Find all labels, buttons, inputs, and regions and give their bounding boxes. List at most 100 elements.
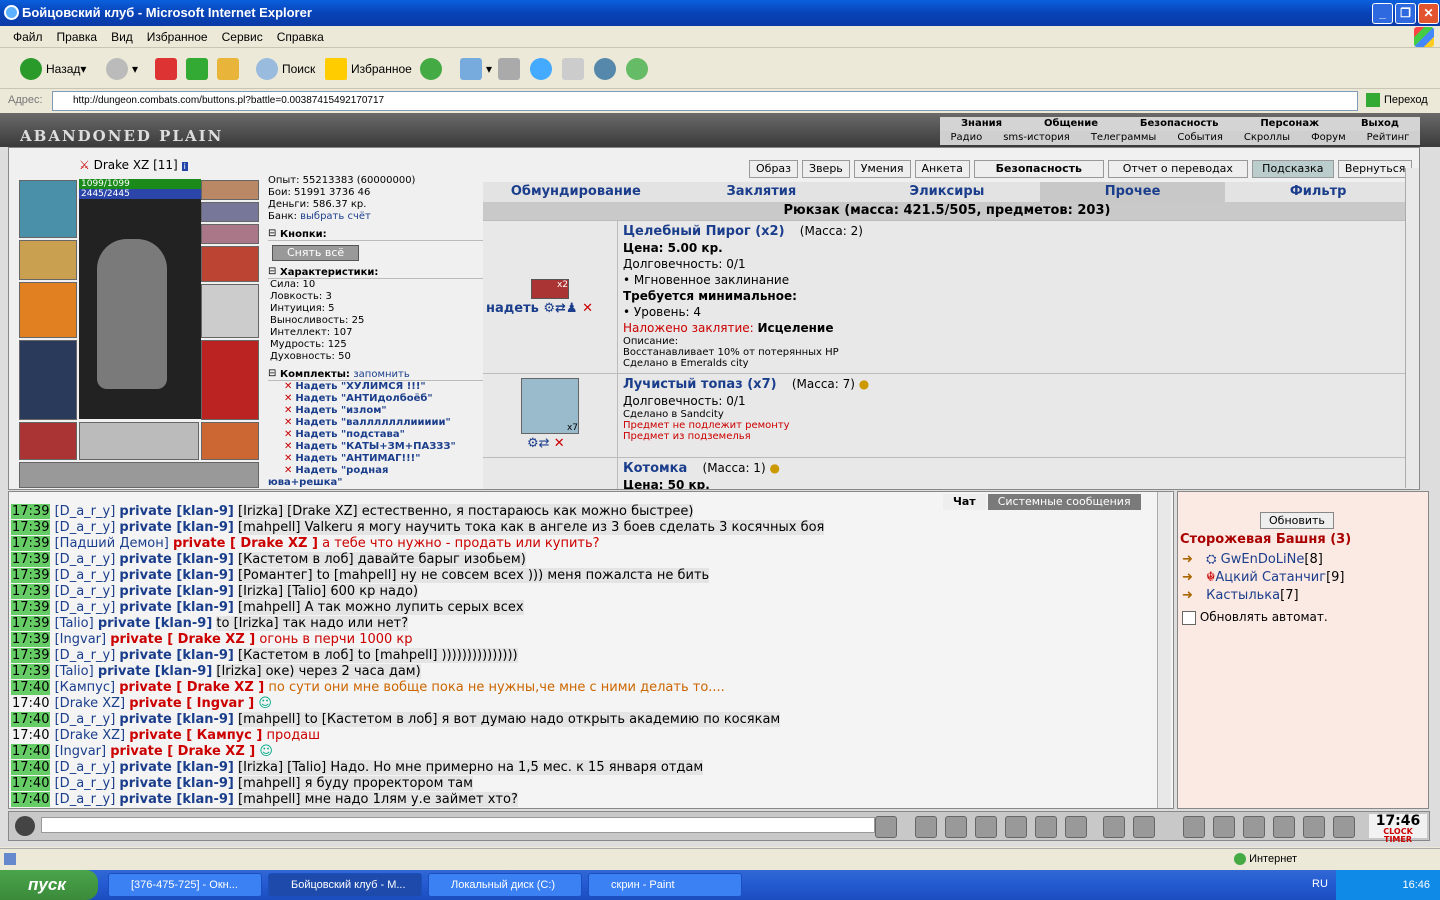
buttons-section[interactable]: Кнопки: — [268, 228, 483, 241]
chat-nick[interactable]: [D_a_r_y] — [55, 552, 116, 567]
nav-sms-history[interactable]: sms-история — [1003, 131, 1070, 145]
skills-button[interactable]: Умения — [853, 160, 911, 178]
nav-exit[interactable]: Выход — [1361, 117, 1399, 131]
chat-private-tag[interactable]: private [ Drake XZ ] — [119, 680, 264, 695]
map-icon[interactable] — [1243, 816, 1265, 838]
gloves-slot[interactable] — [201, 246, 259, 282]
translit-icon[interactable] — [1035, 816, 1057, 838]
nav-radio[interactable]: Радио — [951, 131, 983, 145]
chat-time[interactable]: 17:40 — [11, 728, 50, 743]
kit-item[interactable]: ✕ Надеть "АНТИдолбоёб" — [268, 393, 483, 405]
chat-nick[interactable]: [Talio] — [55, 664, 94, 679]
chat-private-tag[interactable]: private [klan-9] — [119, 600, 233, 615]
pocket-slots[interactable] — [79, 422, 199, 460]
delete-icon[interactable]: ✕ — [284, 441, 292, 452]
tab-equipment[interactable]: Обмундирование — [483, 182, 669, 202]
nav-character[interactable]: Персонаж — [1260, 117, 1319, 131]
chat-private-tag[interactable]: private [klan-9] — [119, 568, 233, 583]
chat-time[interactable]: 17:40 — [11, 696, 50, 711]
chat-nick[interactable]: [D_a_r_y] — [55, 568, 116, 583]
back-button[interactable]: Назад ▾ — [20, 55, 86, 83]
tab-other[interactable]: Прочее — [1039, 182, 1226, 202]
chat-mode-icon[interactable] — [15, 816, 35, 836]
kits-section[interactable]: Комплекты: запомнить — [268, 368, 483, 381]
private-arrow-icon[interactable]: ➜ — [1182, 552, 1202, 567]
chat-nick[interactable]: [Кампус] — [55, 680, 116, 695]
start-button[interactable]: пуск — [0, 870, 98, 900]
chat-private-tag[interactable]: private [klan-9] — [119, 808, 233, 809]
chat-nick[interactable]: [D_a_r_y] — [55, 504, 116, 519]
chat-time[interactable]: 17:40 — [11, 776, 51, 791]
chat-private-tag[interactable]: private [klan-9] — [119, 552, 233, 567]
delete-icon[interactable]: ✕ — [284, 405, 292, 416]
scroll-icon[interactable] — [1213, 816, 1235, 838]
online-user[interactable]: ➜ ☬Ацкий Сатанчиг[9] — [1182, 570, 1344, 585]
chat-scrollbar[interactable] — [1157, 492, 1171, 808]
chat-nick[interactable]: [D_a_r_y] — [55, 760, 116, 775]
delete-icon[interactable]: ✕ — [582, 301, 593, 316]
chat-private-tag[interactable]: private [ Drake XZ ] — [110, 744, 255, 759]
chat-nick[interactable]: [Ingvar] — [55, 632, 106, 647]
bag-icon[interactable] — [1183, 816, 1205, 838]
favorites-button[interactable]: Избранное — [325, 55, 412, 83]
chat-time[interactable]: 17:39 — [11, 600, 51, 615]
exit-icon[interactable] — [1333, 816, 1355, 838]
chat-time[interactable]: 17:41 — [11, 808, 50, 809]
refresh-button[interactable] — [186, 55, 212, 83]
nav-communication[interactable]: Общение — [1044, 117, 1098, 131]
wear-link[interactable]: надеть — [486, 301, 539, 316]
chat-private-tag[interactable]: private [klan-9] — [119, 776, 233, 791]
nav-security[interactable]: Безопасность — [1140, 117, 1219, 131]
history-button[interactable] — [420, 55, 446, 83]
kit-item[interactable]: ✕ Надеть "КАТЫ+ЗМ+ПАЗЗЗ" — [268, 441, 483, 453]
refresh-button[interactable]: Обновить — [1260, 512, 1334, 529]
chat-private-tag[interactable]: private [klan-9] — [98, 616, 212, 631]
mail-button[interactable]: ▾ — [460, 55, 492, 83]
smile-icon[interactable] — [1103, 816, 1125, 838]
stats-section[interactable]: Характеристики: — [268, 266, 483, 279]
private-arrow-icon[interactable]: ➜ — [1182, 588, 1202, 603]
chat-time[interactable]: 17:39 — [11, 584, 51, 599]
go-button[interactable]: Переход — [1366, 93, 1428, 107]
messenger-button[interactable] — [626, 55, 652, 83]
action-icons[interactable]: ⚙⇄♟ — [543, 301, 577, 316]
chat-time[interactable]: 17:40 — [11, 792, 51, 807]
chat-time[interactable]: 17:40 — [11, 744, 51, 759]
kit-item[interactable]: ✕ Надеть "родная — [268, 465, 483, 477]
earrings-slot[interactable] — [201, 180, 259, 200]
item-name[interactable]: Целебный Пирог (x2) — [623, 224, 785, 239]
discuss-button[interactable] — [594, 55, 620, 83]
tab-system-messages[interactable]: Системные сообщения — [987, 494, 1141, 510]
chat-nick[interactable]: [D_a_r_y] — [55, 584, 116, 599]
character-name[interactable]: ⚔ Drake XZ [11] i — [79, 158, 188, 172]
fight-icon[interactable] — [1005, 816, 1027, 838]
kit-item[interactable]: ✕ Надеть "валллллллиииии" — [268, 417, 483, 429]
online-user[interactable]: ➜ ⛭ GwEnDoLiNe[8] — [1182, 552, 1323, 567]
tab-elixirs[interactable]: Эликсиры — [854, 182, 1040, 202]
item-name[interactable]: Котомка — [623, 461, 687, 476]
chat-private-tag[interactable]: private [klan-9] — [119, 584, 233, 599]
chat-nick[interactable]: [D_a_r_y] — [55, 712, 116, 727]
save-icon[interactable] — [975, 816, 997, 838]
tab-filter[interactable]: Фильтр — [1225, 182, 1411, 202]
chat-private-tag[interactable]: private [ Drake XZ ] — [110, 632, 255, 647]
chat-nick[interactable]: [Падший Демон] — [55, 536, 169, 551]
tab-chat[interactable]: Чат — [943, 494, 986, 510]
chat-nick[interactable]: [Drake XZ] — [55, 728, 125, 743]
hint-button[interactable]: Подсказка — [1251, 160, 1334, 178]
chat-private-tag[interactable]: private [ Ingvar ] — [129, 696, 254, 711]
nav-events[interactable]: События — [1177, 131, 1223, 145]
task-window[interactable]: [376-475-725] - Окн... — [108, 873, 262, 897]
flag-icon[interactable] — [1303, 816, 1325, 838]
chat-time[interactable]: 17:39 — [11, 632, 51, 647]
emotions-icon[interactable] — [1133, 816, 1155, 838]
kit-item[interactable]: ✕ Надеть "АНТИМАГ!!!" — [268, 453, 483, 465]
menu-tools[interactable]: Сервис — [215, 26, 270, 48]
belt-slot[interactable] — [19, 422, 77, 460]
chat-private-tag[interactable]: private [klan-9] — [119, 712, 233, 727]
chat-private-tag[interactable]: private [ Кампус ] — [129, 728, 262, 743]
chat-time[interactable]: 17:40 — [11, 760, 51, 775]
close-button[interactable]: ✕ — [1418, 3, 1439, 24]
home-button[interactable] — [217, 55, 243, 83]
chat-time[interactable]: 17:39 — [11, 568, 51, 583]
